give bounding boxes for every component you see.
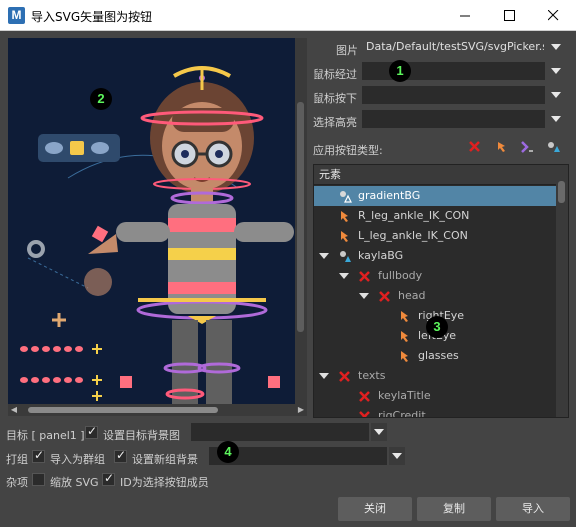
script-bracket-icon[interactable] — [519, 140, 535, 154]
pointer-arrow-icon[interactable] — [494, 140, 510, 154]
pointer-arrow-icon — [341, 211, 348, 222]
id-as-member-label: ID为选择按钮成员 — [120, 476, 209, 489]
tree-row-label: gradientBG — [358, 189, 421, 202]
tree-row[interactable]: keylaTitle — [314, 386, 556, 406]
delete-x-icon — [359, 411, 370, 417]
select-highlight-field[interactable] — [362, 110, 545, 128]
pointer-arrow-icon — [401, 351, 408, 362]
tree-row-label: kaylaBG — [358, 249, 404, 262]
tree-row-label: head — [398, 289, 426, 302]
image-label: 图片 — [336, 44, 358, 57]
press-dropdown-chevron-down-icon[interactable] — [548, 86, 564, 104]
hover-label: 鼠标经过 — [313, 68, 357, 81]
delete-x-icon — [339, 371, 350, 382]
svg-preview-canvas[interactable] — [8, 38, 295, 404]
tree-row[interactable]: R_leg_ankle_IK_CON — [314, 206, 556, 226]
shape-combo-icon — [340, 191, 352, 203]
tree-row[interactable]: texts — [314, 366, 556, 386]
tree-row-label: L_leg_ankle_IK_CON — [358, 229, 468, 242]
tree-row-label: R_leg_ankle_IK_CON — [358, 209, 470, 222]
tree-row-label: rigCredit — [378, 409, 426, 418]
group-label: 打组 — [6, 453, 28, 466]
close-icon — [548, 10, 559, 21]
scroll-left-icon[interactable]: ◀ — [8, 404, 20, 416]
shape-combo-icon — [340, 251, 351, 262]
select-highlight-label: 选择高亮 — [313, 116, 357, 129]
annotation-badge-3: 3 — [426, 316, 448, 338]
hover-dropdown-chevron-down-icon[interactable] — [548, 62, 564, 80]
shape-combo-icon[interactable] — [546, 140, 562, 154]
tree-row-label: keylaTitle — [378, 389, 431, 402]
title-bar: M 导入SVG矢量图为按钮 — [0, 0, 576, 31]
set-target-bg-label: 设置目标背景图 — [103, 429, 180, 442]
copy-button[interactable]: 复制 — [417, 497, 491, 521]
misc-label: 杂项 — [6, 476, 28, 489]
delete-x-icon — [379, 291, 390, 302]
delete-x-icon — [359, 271, 370, 282]
import-button[interactable]: 导入 — [496, 497, 570, 521]
image-path-field[interactable]: Data/Default/testSVG/svgPicker.svg — [362, 38, 545, 56]
canvas-hscroll-thumb[interactable] — [28, 407, 218, 413]
element-tree[interactable]: 元素 gradientBG R_leg_ankle_IK_CON L_leg_a… — [313, 164, 569, 418]
expand-chevron-down-icon[interactable] — [319, 253, 329, 259]
pointer-arrow-icon — [401, 331, 408, 342]
expand-chevron-down-icon[interactable] — [319, 373, 329, 379]
maximize-button[interactable] — [487, 0, 531, 31]
expand-chevron-down-icon[interactable] — [359, 293, 369, 299]
set-target-bg-checkbox[interactable] — [85, 424, 98, 439]
delete-x-icon — [359, 391, 370, 402]
window-title: 导入SVG矢量图为按钮 — [31, 10, 153, 24]
close-button[interactable]: 关闭 — [338, 497, 412, 521]
tree-row-label: fullbody — [378, 269, 423, 282]
group-dropdown-chevron-down-icon[interactable] — [389, 447, 405, 465]
pointer-arrow-icon — [401, 311, 408, 322]
set-new-group-bg-label: 设置新组背景 — [132, 453, 198, 466]
id-as-member-checkbox[interactable] — [102, 471, 115, 486]
tree-vscroll-thumb[interactable] — [558, 181, 565, 203]
character-illustration — [20, 66, 294, 404]
tree-row[interactable]: fullbody — [314, 266, 556, 286]
minimize-icon — [460, 15, 470, 17]
tree-vertical-scrollbar[interactable] — [556, 165, 568, 417]
image-dropdown-chevron-down-icon[interactable] — [548, 38, 564, 56]
tree-row[interactable]: kaylaBG — [314, 246, 556, 266]
app-logo-icon: M — [8, 7, 25, 24]
close-window-button[interactable] — [531, 0, 575, 31]
canvas-vscroll-thumb[interactable] — [297, 102, 304, 332]
import-as-group-checkbox[interactable] — [32, 448, 45, 463]
scroll-right-icon[interactable]: ▶ — [295, 404, 307, 416]
button-type-label: 应用按钮类型: — [313, 144, 383, 157]
press-label: 鼠标按下 — [313, 92, 357, 105]
pointer-arrow-icon — [341, 231, 348, 242]
tree-row[interactable]: gradientBG — [314, 186, 556, 206]
annotation-badge-1: 1 — [389, 60, 411, 82]
tree-row[interactable]: rigCredit — [314, 406, 556, 418]
target-dropdown-chevron-down-icon[interactable] — [371, 423, 387, 441]
press-image-field[interactable] — [362, 86, 545, 104]
maximize-icon — [504, 10, 515, 21]
annotation-badge-4: 4 — [217, 441, 239, 463]
set-new-group-bg-checkbox[interactable] — [114, 448, 127, 463]
tree-header: 元素 — [314, 165, 568, 185]
tree-row[interactable]: L_leg_ankle_IK_CON — [314, 226, 556, 246]
tree-row[interactable]: head — [314, 286, 556, 306]
minimize-button[interactable] — [443, 0, 487, 31]
tree-row-label: glasses — [418, 349, 459, 362]
canvas-horizontal-scrollbar[interactable]: ◀ ▶ — [8, 404, 307, 416]
canvas-vertical-scrollbar[interactable] — [295, 38, 307, 404]
target-field[interactable] — [191, 423, 369, 441]
tree-row-label: texts — [358, 369, 386, 382]
target-label: 目标 [ panel1 ] — [6, 429, 85, 442]
tree-row[interactable]: glasses — [314, 346, 556, 366]
scale-svg-label: 缩放 SVG — [50, 476, 99, 489]
annotation-badge-2: 2 — [90, 88, 112, 110]
delete-x-icon[interactable] — [467, 140, 483, 154]
expand-chevron-down-icon[interactable] — [339, 273, 349, 279]
select-dropdown-chevron-down-icon[interactable] — [548, 110, 564, 128]
import-as-group-label: 导入为群组 — [50, 453, 105, 466]
scale-svg-checkbox[interactable] — [32, 473, 45, 486]
